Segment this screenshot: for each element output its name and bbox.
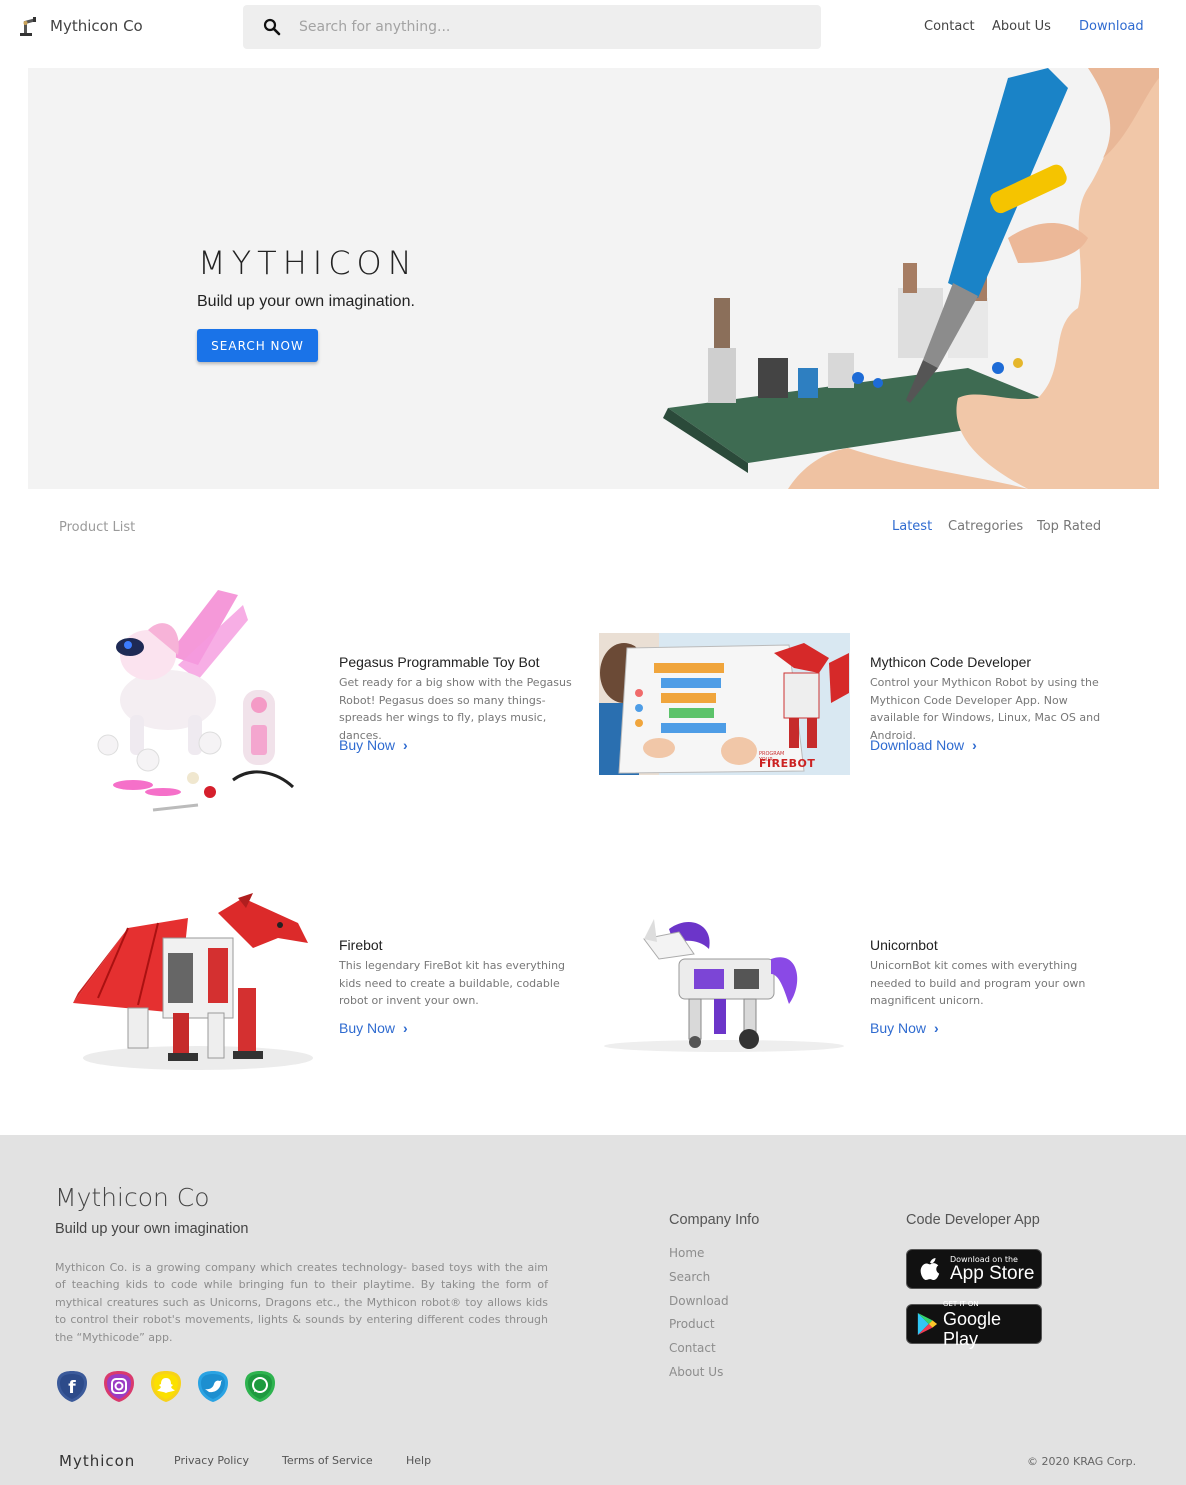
company-info-links: Home Search Download Product Contact Abo… <box>669 1246 729 1389</box>
footer-link-about-us[interactable]: About Us <box>669 1365 729 1389</box>
product-description: UnicornBot kit comes with everything nee… <box>870 959 1086 1007</box>
link-label: Buy Now <box>339 1020 396 1036</box>
snapchat-icon[interactable] <box>149 1369 183 1403</box>
hero-subtitle: Build up your own imagination. <box>197 293 415 310</box>
product-description: Get ready for a big show with the Pegasu… <box>339 676 572 742</box>
code-developer-app-title: Code Developer App <box>906 1212 1040 1228</box>
link-label: Buy Now <box>339 737 396 753</box>
product-description: This legendary FireBot kit has everythin… <box>339 959 566 1007</box>
search-bar <box>243 5 821 49</box>
twitter-icon[interactable] <box>196 1369 230 1403</box>
company-info-title: Company Info <box>669 1212 760 1228</box>
hero-title: MYTHICON <box>198 244 418 282</box>
tab-latest[interactable]: Latest <box>892 519 932 534</box>
google-play-big-text: Google Play <box>942 1308 1002 1349</box>
hero-banner: MYTHICON Build up your own imagination. … <box>28 68 1159 489</box>
chevron-right-icon: › <box>403 737 408 753</box>
footer-link-download[interactable]: Download <box>669 1294 729 1318</box>
tab-top-rated[interactable]: Top Rated <box>1037 519 1101 534</box>
hero-soldering-image <box>663 68 1159 489</box>
google-play-icon <box>917 1313 938 1335</box>
nav-link-about-us[interactable]: About Us <box>992 19 1051 34</box>
product-title: Unicornbot <box>870 937 938 953</box>
pegasus-toy-image <box>97 590 295 812</box>
product-title: Mythicon Code Developer <box>870 654 1032 670</box>
terms-of-service-link[interactable]: Terms of Service <box>282 1454 373 1467</box>
buy-now-link[interactable]: Buy Now › <box>339 1020 408 1036</box>
footer-about-text: Mythicon Co. is a growing company which … <box>55 1261 548 1344</box>
chevron-right-icon: › <box>403 1020 408 1036</box>
download-now-link[interactable]: Download Now › <box>870 737 977 753</box>
google-play-button[interactable]: GET IT ON Google Play <box>906 1300 1042 1349</box>
code-developer-app-image <box>599 633 850 775</box>
google-play-small-text: GET IT ON <box>942 1299 979 1308</box>
brand[interactable]: Mythicon Co <box>18 15 143 37</box>
app-store-button[interactable]: Download on the App Store <box>906 1249 1042 1289</box>
top-navbar: Mythicon Co Contact About Us Download <box>0 0 1186 58</box>
footer: Mythicon Co Build up your own imaginatio… <box>0 1135 1186 1485</box>
footer-bottom-brand: Mythicon <box>59 1452 136 1470</box>
privacy-policy-link[interactable]: Privacy Policy <box>174 1454 249 1467</box>
buy-now-link[interactable]: Buy Now › <box>870 1020 939 1036</box>
whatsapp-icon[interactable] <box>243 1369 277 1403</box>
copyright-text: © 2020 KRAG Corp. <box>1027 1455 1137 1468</box>
search-input[interactable] <box>299 19 779 35</box>
instagram-icon[interactable] <box>102 1369 136 1403</box>
facebook-icon[interactable]: f <box>55 1369 89 1403</box>
footer-link-product[interactable]: Product <box>669 1317 729 1341</box>
tab-categories[interactable]: Catregories <box>948 519 1023 534</box>
footer-link-search[interactable]: Search <box>669 1270 729 1294</box>
footer-tagline: Build up your own imagination <box>55 1221 249 1237</box>
nav-link-contact[interactable]: Contact <box>924 19 975 34</box>
product-description: Control your Mythicon Robot by using the… <box>870 676 1101 742</box>
search-now-button[interactable]: SEARCH NOW <box>197 329 318 362</box>
footer-link-contact[interactable]: Contact <box>669 1341 729 1365</box>
footer-brand: Mythicon Co <box>55 1183 210 1212</box>
product-title: Pegasus Programmable Toy Bot <box>339 654 540 670</box>
image-caption: FIREBOT <box>759 757 816 770</box>
product-title: Firebot <box>339 937 383 953</box>
nav-link-download[interactable]: Download <box>1079 19 1144 34</box>
product-list-label: Product List <box>59 520 136 535</box>
footer-link-home[interactable]: Home <box>669 1246 729 1270</box>
link-label: Buy Now <box>870 1020 927 1036</box>
svg-text:f: f <box>68 1378 76 1398</box>
apple-icon <box>920 1258 940 1280</box>
brand-name: Mythicon Co <box>50 17 143 35</box>
social-links: f <box>55 1369 277 1403</box>
app-store-big-text: App Store <box>950 1262 1035 1284</box>
search-icon[interactable] <box>263 18 281 36</box>
chevron-right-icon: › <box>934 1020 939 1036</box>
chevron-right-icon: › <box>972 737 977 753</box>
buy-now-link[interactable]: Buy Now › <box>339 737 408 753</box>
unicornbot-image <box>604 919 844 1052</box>
link-label: Download Now <box>870 737 965 753</box>
firebot-dragon-image <box>73 893 313 1070</box>
help-link[interactable]: Help <box>406 1454 431 1467</box>
robot-arm-logo-icon <box>20 17 37 36</box>
